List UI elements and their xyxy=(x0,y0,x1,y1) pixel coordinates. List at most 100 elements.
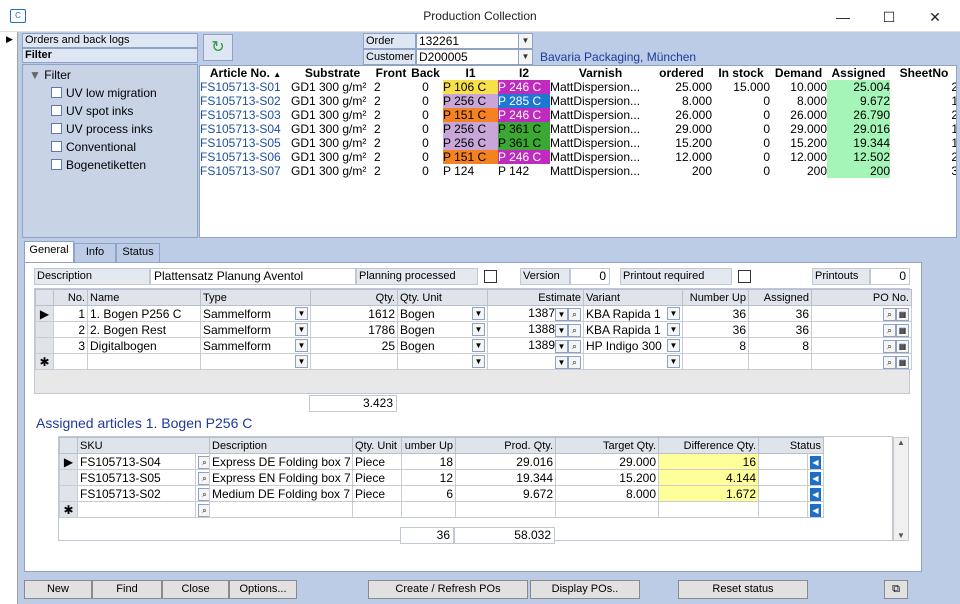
cell-number-up[interactable]: 36 xyxy=(682,305,749,322)
dropdown-icon[interactable]: ▼ xyxy=(555,323,568,337)
cell-article[interactable]: FS105713-S03 xyxy=(200,108,291,122)
cell-i1[interactable]: P 124 xyxy=(443,164,498,178)
cell-variant[interactable]: KBA Rapida 1 ▼ xyxy=(583,321,683,338)
version-input[interactable]: 0 xyxy=(570,268,610,285)
cell-sheet[interactable]: 1 xyxy=(890,94,956,108)
table-icon[interactable]: ▦ xyxy=(896,355,909,369)
status-left-icon[interactable]: ◀ xyxy=(810,472,821,485)
cell-demand[interactable]: 15.200 xyxy=(770,136,827,150)
assigned-row[interactable]: FS105713-S02 ⌕ Medium DE Folding box 7 Piec… xyxy=(59,485,824,502)
cell-stock[interactable]: 15.000 xyxy=(712,80,770,94)
cell-assigned[interactable]: 8 xyxy=(748,337,812,354)
cell-estimate[interactable]: 1389 ▼ ⌕ xyxy=(487,337,584,354)
col-qty-unit[interactable]: Qty. Unit xyxy=(352,437,402,454)
form-row[interactable]: ▶ 1 1. Bogen P256 C Sammelform ▼ 1612 Bogen ▼ 13… xyxy=(35,305,912,322)
table-icon[interactable]: ▦ xyxy=(896,339,909,353)
cell-sheet[interactable]: 1 xyxy=(890,136,956,150)
cell-i2[interactable]: P 142 xyxy=(498,164,550,178)
cell-unit[interactable]: Piece xyxy=(352,453,402,470)
col-front[interactable]: Front xyxy=(374,66,408,80)
col-difference-qty[interactable]: Difference Qty. xyxy=(658,437,759,454)
cell-substrate[interactable]: GD1 300 g/m² xyxy=(291,122,374,136)
cell-demand[interactable]: 29.000 xyxy=(770,122,827,136)
cell-i1[interactable]: P 256 C xyxy=(443,136,498,150)
cell-no[interactable]: 2 xyxy=(53,321,88,338)
cell-stock[interactable]: 0 xyxy=(712,164,770,178)
tree-item-uv-low-migration[interactable]: UV low migration xyxy=(51,86,157,100)
article-row[interactable]: FS105713-S05 GD1 300 g/m² 2 0 P 256 CP 361 C… xyxy=(200,136,956,150)
cell-estimate[interactable]: 1388 ▼ ⌕ xyxy=(487,321,584,338)
col-no[interactable]: No. xyxy=(53,289,88,306)
cell-stock[interactable]: 0 xyxy=(712,94,770,108)
cell-assigned[interactable]: 36 xyxy=(748,321,812,338)
col-estimate[interactable]: Estimate xyxy=(487,289,584,306)
cell-ordered[interactable]: 26.000 xyxy=(651,108,712,122)
cell-assigned[interactable]: 19.344 xyxy=(827,136,890,150)
row-selector[interactable]: ▶ xyxy=(35,305,54,322)
cell-assigned[interactable]: 9.672 xyxy=(827,94,890,108)
search-icon[interactable]: ⌕ xyxy=(568,307,581,321)
dropdown-icon[interactable]: ▼ xyxy=(555,355,568,369)
cell-article[interactable]: FS105713-S02 xyxy=(200,94,291,108)
form-row[interactable]: 3 Digitalbogen Sammelform ▼ 25 Bogen ▼ 1389 ▼ ⌕ HP… xyxy=(35,337,912,354)
refresh-button[interactable]: ↻ xyxy=(203,34,233,61)
cell-substrate[interactable]: GD1 300 g/m² xyxy=(291,136,374,150)
reset-status-button[interactable]: Reset status xyxy=(678,580,808,599)
col-number-up[interactable]: umber Up xyxy=(401,437,456,454)
cell-ordered[interactable]: 8.000 xyxy=(651,94,712,108)
assigned-new-row[interactable]: ✱ ⌕ ◀ xyxy=(59,501,824,518)
cell-front[interactable]: 2 xyxy=(374,80,408,94)
dropdown-icon[interactable]: ▼ xyxy=(472,355,485,368)
article-row[interactable]: FS105713-S01 GD1 300 g/m² 2 0 P 106 CP 246 C… xyxy=(200,80,956,94)
cell-unit[interactable]: Piece xyxy=(352,469,402,486)
article-row[interactable]: FS105713-S02 GD1 300 g/m² 2 0 P 256 CP 285 C… xyxy=(200,94,956,108)
scroll-down-icon[interactable]: ▼ xyxy=(894,531,908,540)
scroll-up-icon[interactable]: ▲ xyxy=(894,438,908,447)
cell-status[interactable] xyxy=(758,485,808,502)
form-new-row[interactable]: ✱ ▼ ▼ ▼ ⌕ ▼ ⌕ ▦ xyxy=(35,353,912,370)
maximize-button[interactable]: ☐ xyxy=(866,6,912,28)
tab-info[interactable]: Info xyxy=(74,243,116,262)
search-icon[interactable]: ⌕ xyxy=(568,323,581,337)
cell-article[interactable]: FS105713-S07 xyxy=(200,164,291,178)
cell-back[interactable]: 0 xyxy=(408,94,443,108)
cell-varnish[interactable]: MattDispersion... xyxy=(550,108,651,122)
col-variant[interactable]: Variant xyxy=(583,289,683,306)
cell-back[interactable]: 0 xyxy=(408,164,443,178)
cell-type[interactable]: Sammelform ▼ xyxy=(200,321,311,338)
cell-varnish[interactable]: MattDispersion... xyxy=(550,122,651,136)
cell-target-qty[interactable]: 8.000 xyxy=(555,485,659,502)
cell-description[interactable]: Express EN Folding box 7 xyxy=(209,469,353,486)
cell-demand[interactable]: 200 xyxy=(770,164,827,178)
col-i1[interactable]: I1 xyxy=(443,66,498,80)
status-left-icon[interactable]: ◀ xyxy=(810,488,821,501)
cell-substrate[interactable]: GD1 300 g/m² xyxy=(291,80,374,94)
tree-root-filter[interactable]: ▼ Filter xyxy=(29,68,71,82)
cell-description[interactable]: Medium DE Folding box 7 xyxy=(209,485,353,502)
row-selector[interactable]: ▶ xyxy=(59,453,78,470)
row-selector[interactable] xyxy=(35,337,54,354)
cell-article[interactable]: FS105713-S05 xyxy=(200,136,291,150)
cell-prod-qty[interactable]: 9.672 xyxy=(455,485,556,502)
cell-back[interactable]: 0 xyxy=(408,80,443,94)
cell-varnish[interactable]: MattDispersion... xyxy=(550,80,651,94)
cell-substrate[interactable]: GD1 300 g/m² xyxy=(291,150,374,164)
cell-number-up[interactable]: 8 xyxy=(682,337,749,354)
cell-number-up[interactable]: 12 xyxy=(401,469,456,486)
cell-demand[interactable]: 10.000 xyxy=(770,80,827,94)
assigned-row[interactable]: ▶ FS105713-S04 ⌕ Express DE Folding box 7 Pi… xyxy=(59,453,824,470)
form-row[interactable]: 2 2. Bogen Rest Sammelform ▼ 1786 Bogen ▼ 1388 ▼… xyxy=(35,321,912,338)
col-article-no[interactable]: Article No. ▲ xyxy=(200,66,291,80)
col-po-no[interactable]: PO No. xyxy=(811,289,912,306)
cell-back[interactable]: 0 xyxy=(408,122,443,136)
cell-variant[interactable]: KBA Rapida 1 ▼ xyxy=(583,305,683,322)
cell-back[interactable]: 0 xyxy=(408,108,443,122)
cell-assigned[interactable]: 200 xyxy=(827,164,890,178)
dropdown-icon[interactable]: ▼ xyxy=(472,306,485,320)
dropdown-icon[interactable]: ▼ xyxy=(667,322,680,336)
cell-ordered[interactable]: 15.200 xyxy=(651,136,712,150)
order-dropdown-button[interactable]: ▼ xyxy=(518,33,533,49)
cell-i1[interactable]: P 256 C xyxy=(443,122,498,136)
tree-item-bogenetiketten[interactable]: Bogenetiketten xyxy=(51,158,146,172)
cell-i2[interactable]: P 361 C xyxy=(498,122,550,136)
